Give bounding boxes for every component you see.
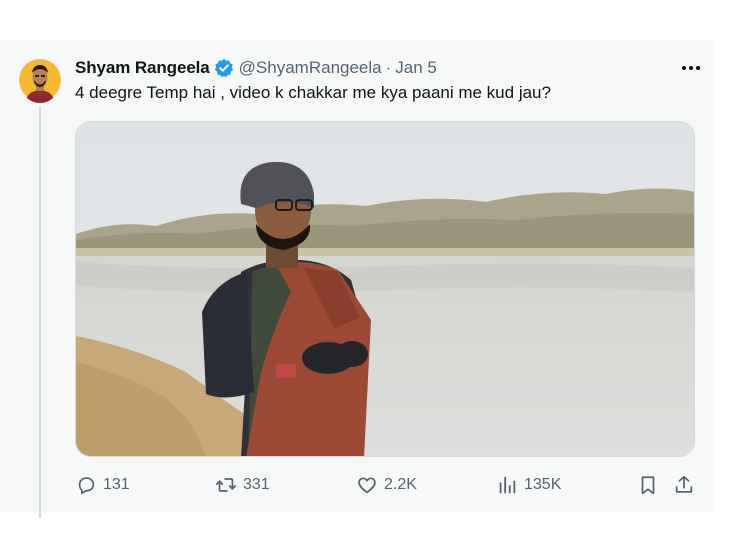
retweet-icon	[215, 478, 237, 492]
retweet-button[interactable]: 331	[215, 470, 270, 500]
views-button[interactable]: 135K	[496, 470, 561, 500]
retweet-count: 331	[243, 476, 270, 493]
tweet-text: 4 deegre Temp hai , video k chakkar me k…	[75, 83, 551, 102]
views-icon	[499, 476, 516, 494]
views-count: 135K	[524, 476, 562, 493]
thread-line	[39, 106, 41, 518]
share-button[interactable]	[673, 470, 695, 500]
reply-icon	[78, 477, 95, 495]
like-button[interactable]: 2.2K	[356, 470, 417, 500]
reply-button[interactable]: 131	[75, 470, 130, 500]
separator-dot: ·	[385, 58, 392, 77]
avatar[interactable]	[19, 57, 61, 103]
tweet-actions: 131 331 2.2K 135K	[75, 470, 695, 500]
author-name[interactable]: Shyam Rangeela	[75, 58, 210, 78]
more-icon[interactable]	[680, 58, 702, 78]
like-icon	[358, 477, 376, 494]
share-icon	[675, 475, 693, 493]
tweet-header: Shyam Rangeela @ShyamRangeela · Jan 5	[75, 56, 695, 80]
tweet-photo[interactable]	[75, 121, 695, 457]
tweet-date[interactable]: Jan 5	[395, 58, 437, 78]
like-count: 2.2K	[384, 476, 417, 493]
verified-badge-icon	[214, 58, 234, 78]
author-handle[interactable]: @ShyamRangeela	[239, 58, 382, 78]
bookmark-button[interactable]	[637, 470, 659, 500]
bookmark-icon	[641, 476, 655, 495]
reply-count: 131	[103, 476, 130, 493]
